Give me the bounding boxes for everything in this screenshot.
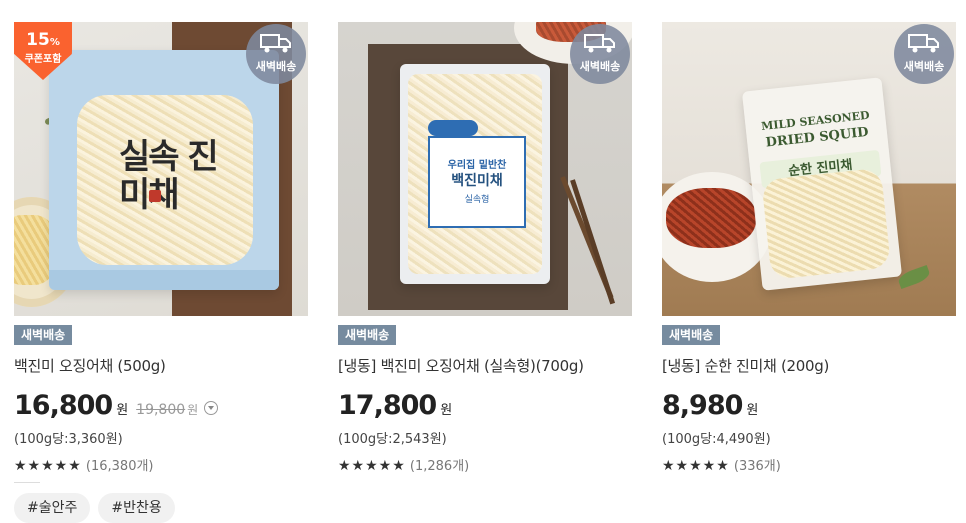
delivery-badge: 새벽배송 [14,325,73,345]
price-row: 17,800 원 [338,390,632,422]
star-icon: ★★★★★ [14,458,82,474]
hashtag[interactable]: #술안주 [14,493,91,523]
product-image[interactable]: 우리집 밑반찬 백진미채 실속형 새벽배송 [338,22,632,316]
price-unit: 원 [440,403,453,418]
package-footer [49,270,279,290]
star-icon: ★★★★★ [338,458,406,474]
price-row: 8,980 원 [662,390,956,422]
package-brand-tag [428,120,478,136]
price-unit: 원 [746,403,759,418]
product-package: 우리집 밑반찬 백진미채 실속형 [400,64,550,284]
product-package: MILD SEASONED DRIED SQUID 순한 진미채 [741,77,903,291]
dawn-delivery-overlay: 새벽배송 [246,24,306,84]
discount-percent-unit: % [49,37,60,48]
product-name[interactable]: [냉동] 순한 진미채 (200g) [662,355,956,376]
original-price-unit: 원 [187,403,199,417]
sale-price: 16,800 [14,390,113,421]
package-logo-text: 실속 진미채 [119,137,219,215]
package-label-line1: 우리집 밑반찬 [447,160,507,171]
review-count: (1,286개) [409,459,470,474]
truck-icon [584,34,615,53]
product-image[interactable]: 실속 진미채 15% 쿠폰포함 새벽배송 [14,22,308,316]
discount-percent: 15 [26,30,50,50]
package-label-line3: 실속형 [464,195,490,205]
sale-price: 8,980 [662,390,743,421]
truck-icon [908,34,939,53]
hashtag[interactable]: #반찬용 [98,493,175,523]
unit-price: (100g당:2,543원) [338,432,447,447]
product-card[interactable]: 우리집 밑반찬 백진미채 실속형 새벽배송 새벽배송 [냉동] 백진미 오징어채… [338,22,632,474]
product-card[interactable]: MILD SEASONED DRIED SQUID 순한 진미채 새벽배송 새벽… [662,22,956,474]
delivery-badge: 새벽배송 [662,325,721,345]
dawn-delivery-overlay: 새벽배송 [894,24,954,84]
rating: ★★★★★ (336개) [662,455,956,474]
product-image[interactable]: MILD SEASONED DRIED SQUID 순한 진미채 새벽배송 [662,22,956,316]
product-card[interactable]: 실속 진미채 15% 쿠폰포함 새벽배송 새벽배송 백진미 오징어채 (500g… [14,22,308,523]
original-price: 19,800 [136,402,186,418]
product-name[interactable]: 백진미 오징어채 (500g) [14,355,308,376]
product-name[interactable]: [냉동] 백진미 오징어채 (실속형)(700g) [338,355,632,376]
dawn-delivery-overlay: 새벽배송 [570,24,630,84]
package-contents [761,167,892,280]
divider [14,482,40,483]
hashtag-list: #술안주 #반찬용 [14,493,308,523]
package-label-line2: 백진미채 [451,173,503,189]
package-label: 우리집 밑반찬 백진미채 실속형 [428,136,526,228]
dawn-delivery-overlay-label: 새벽배송 [579,60,621,73]
sale-price: 17,800 [338,390,437,421]
star-icon: ★★★★★ [662,458,730,474]
rating: ★★★★★ (16,380개) [14,455,308,474]
review-count: (336개) [733,459,781,474]
review-count: (16,380개) [85,459,154,474]
unit-price: (100g당:3,360원) [14,432,123,447]
price-unit: 원 [116,403,129,418]
product-package: 실속 진미채 [49,50,279,290]
price-row: 16,800 원 19,800 원 [14,390,308,422]
info-chevron-icon[interactable] [204,401,219,415]
dawn-delivery-overlay-label: 새벽배송 [903,60,945,73]
package-stamp [149,190,161,202]
dawn-delivery-overlay-label: 새벽배송 [255,60,297,73]
truck-icon [260,34,291,53]
delivery-badge: 새벽배송 [338,325,397,345]
unit-price: (100g당:4,490원) [662,432,771,447]
rating: ★★★★★ (1,286개) [338,455,632,474]
